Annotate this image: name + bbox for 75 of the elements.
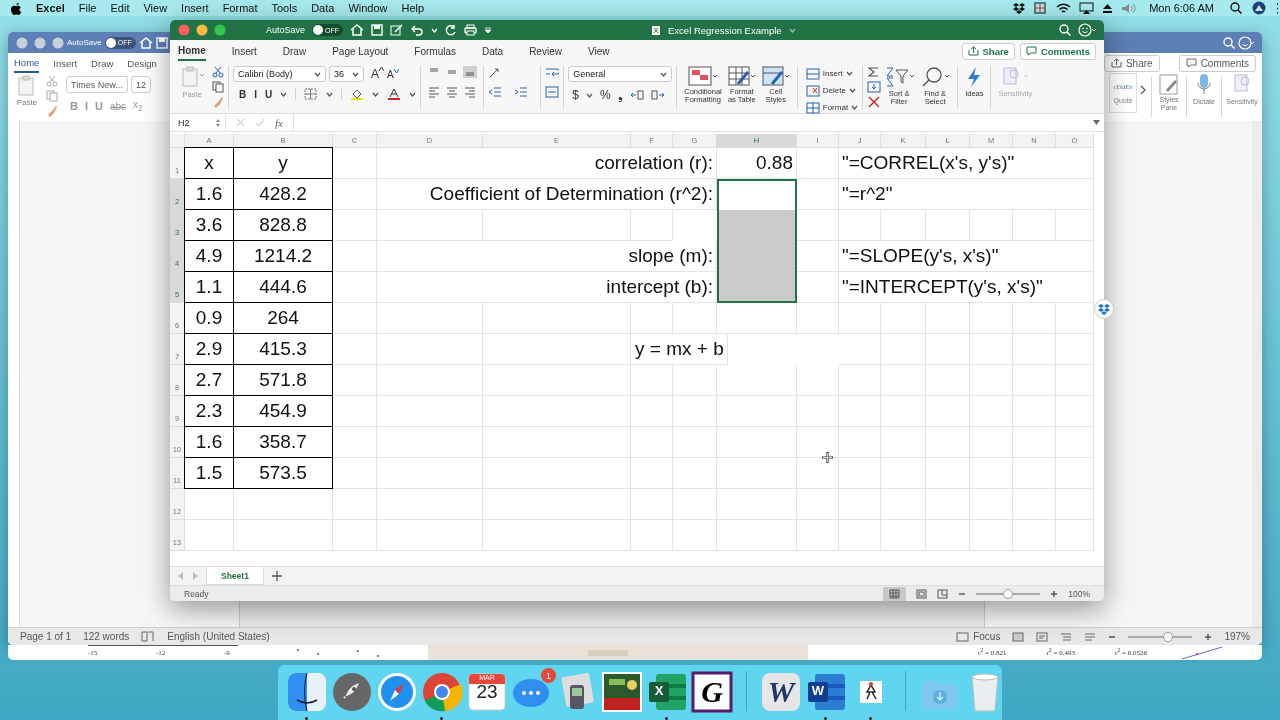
app-letter: G bbox=[701, 677, 723, 707]
formula-note[interactable]: "=CORREL(x's, y's)" bbox=[839, 148, 1094, 179]
app-menu[interactable]: Excel bbox=[36, 2, 65, 14]
share-button[interactable]: Share bbox=[961, 42, 1015, 60]
app-letter: X bbox=[653, 683, 665, 698]
underline-button[interactable]: U bbox=[265, 88, 273, 100]
font-size-field[interactable]: 12 bbox=[131, 76, 151, 93]
table-cell[interactable]: x bbox=[184, 147, 234, 179]
menu-item[interactable]: Format bbox=[222, 2, 258, 14]
ribbon-tab[interactable]: Insert bbox=[53, 54, 78, 72]
table-cell[interactable]: y bbox=[233, 147, 333, 179]
ribbon-tab[interactable]: Design bbox=[127, 54, 157, 72]
focus-button[interactable]: Focus bbox=[956, 631, 1001, 642]
ribbon-tab[interactable]: Formulas bbox=[414, 42, 456, 60]
language[interactable]: English (United States) bbox=[167, 631, 270, 642]
comments-button[interactable]: Comments bbox=[1178, 54, 1256, 72]
zoom-level: 100% bbox=[1068, 588, 1090, 599]
font-field[interactable]: Times New... bbox=[66, 76, 128, 93]
clock[interactable]: Mon 6:06 AM bbox=[1149, 2, 1214, 14]
sheet-tab[interactable]: Sheet1 bbox=[206, 567, 264, 585]
calendar-day: 23 bbox=[476, 682, 498, 701]
notification-badge: 1 bbox=[541, 668, 556, 683]
menu-item[interactable]: Help bbox=[401, 2, 425, 14]
table-cell[interactable]: 1.5 bbox=[184, 457, 234, 489]
ribbon-tab[interactable]: Insert bbox=[231, 42, 257, 60]
menu-item[interactable]: View bbox=[143, 2, 168, 14]
ribbon-tab[interactable]: Draw bbox=[282, 42, 307, 60]
share-button[interactable]: Share bbox=[1103, 54, 1160, 72]
menu-item[interactable]: Edit bbox=[110, 2, 130, 14]
number-format-field[interactable]: General bbox=[568, 66, 673, 82]
ribbon-tab[interactable]: Data bbox=[482, 42, 504, 60]
ribbon-tab[interactable]: Page Layout bbox=[332, 42, 389, 60]
percent-button[interactable]: % bbox=[599, 88, 611, 102]
shrink-font-button[interactable]: A bbox=[387, 68, 399, 80]
menu-item[interactable]: Insert bbox=[181, 2, 209, 14]
ribbon-tab[interactable]: Home bbox=[14, 53, 40, 73]
ribbon-tab[interactable]: Draw bbox=[91, 54, 114, 72]
menu-item[interactable]: Window bbox=[348, 2, 388, 14]
paste-button[interactable]: Paste bbox=[16, 99, 38, 108]
currency-button[interactable]: $ bbox=[572, 88, 579, 102]
cell-label[interactable]: correlation (r): bbox=[377, 148, 717, 179]
format-cells-button[interactable]: Format bbox=[805, 100, 859, 115]
app-letter: W bbox=[767, 677, 795, 707]
font-field[interactable]: Calibri (Body) bbox=[233, 66, 326, 82]
bold-button[interactable]: B bbox=[239, 88, 247, 100]
comments-button[interactable]: Comments bbox=[1019, 42, 1096, 60]
table-cell[interactable]: 573.5 bbox=[233, 457, 333, 489]
ribbon-tab[interactable]: View bbox=[587, 42, 610, 60]
grow-font-button[interactable]: A bbox=[371, 67, 384, 81]
menu-item[interactable]: File bbox=[78, 2, 97, 14]
menu-item[interactable]: Tools bbox=[271, 2, 298, 14]
cell-label[interactable]: intercept (b): bbox=[377, 272, 717, 303]
word-count: 122 words bbox=[83, 631, 130, 642]
app-letter: W bbox=[810, 683, 826, 698]
cell-label[interactable]: slope (m): bbox=[377, 241, 717, 272]
formula-note[interactable]: "=SLOPE(y's, x's)" bbox=[839, 241, 1094, 272]
font-size-field[interactable]: 36 bbox=[329, 66, 364, 82]
ribbon-tab[interactable]: Home bbox=[178, 41, 206, 61]
zoom-level: 197% bbox=[1224, 631, 1250, 642]
cell-label[interactable]: Coefficient of Determination (r^2): bbox=[377, 179, 717, 210]
autosave-label: AutoSave bbox=[67, 38, 102, 47]
ribbon-tab[interactable]: Review bbox=[529, 42, 562, 60]
page-count: Page 1 of 1 bbox=[20, 631, 72, 642]
autosave-label: AutoSave bbox=[266, 25, 306, 35]
insert-cells-button[interactable]: Insert bbox=[805, 66, 859, 81]
insert-function-button[interactable]: fx bbox=[275, 116, 283, 129]
status-text: Ready bbox=[184, 588, 209, 599]
comma-style-button[interactable]: ❟ bbox=[617, 88, 623, 102]
formula-note[interactable]: "=INTERCEPT(y's, x's)" bbox=[839, 272, 1094, 303]
window-title: Excel Regression Example bbox=[668, 24, 782, 36]
formula-note[interactable]: "=r^2" bbox=[839, 179, 1094, 210]
delete-cells-button[interactable]: Delete bbox=[805, 83, 859, 98]
menu-item[interactable]: Data bbox=[311, 2, 335, 14]
italic-button[interactable]: I bbox=[254, 88, 257, 100]
equation-text[interactable]: y = mx + b bbox=[631, 334, 728, 365]
